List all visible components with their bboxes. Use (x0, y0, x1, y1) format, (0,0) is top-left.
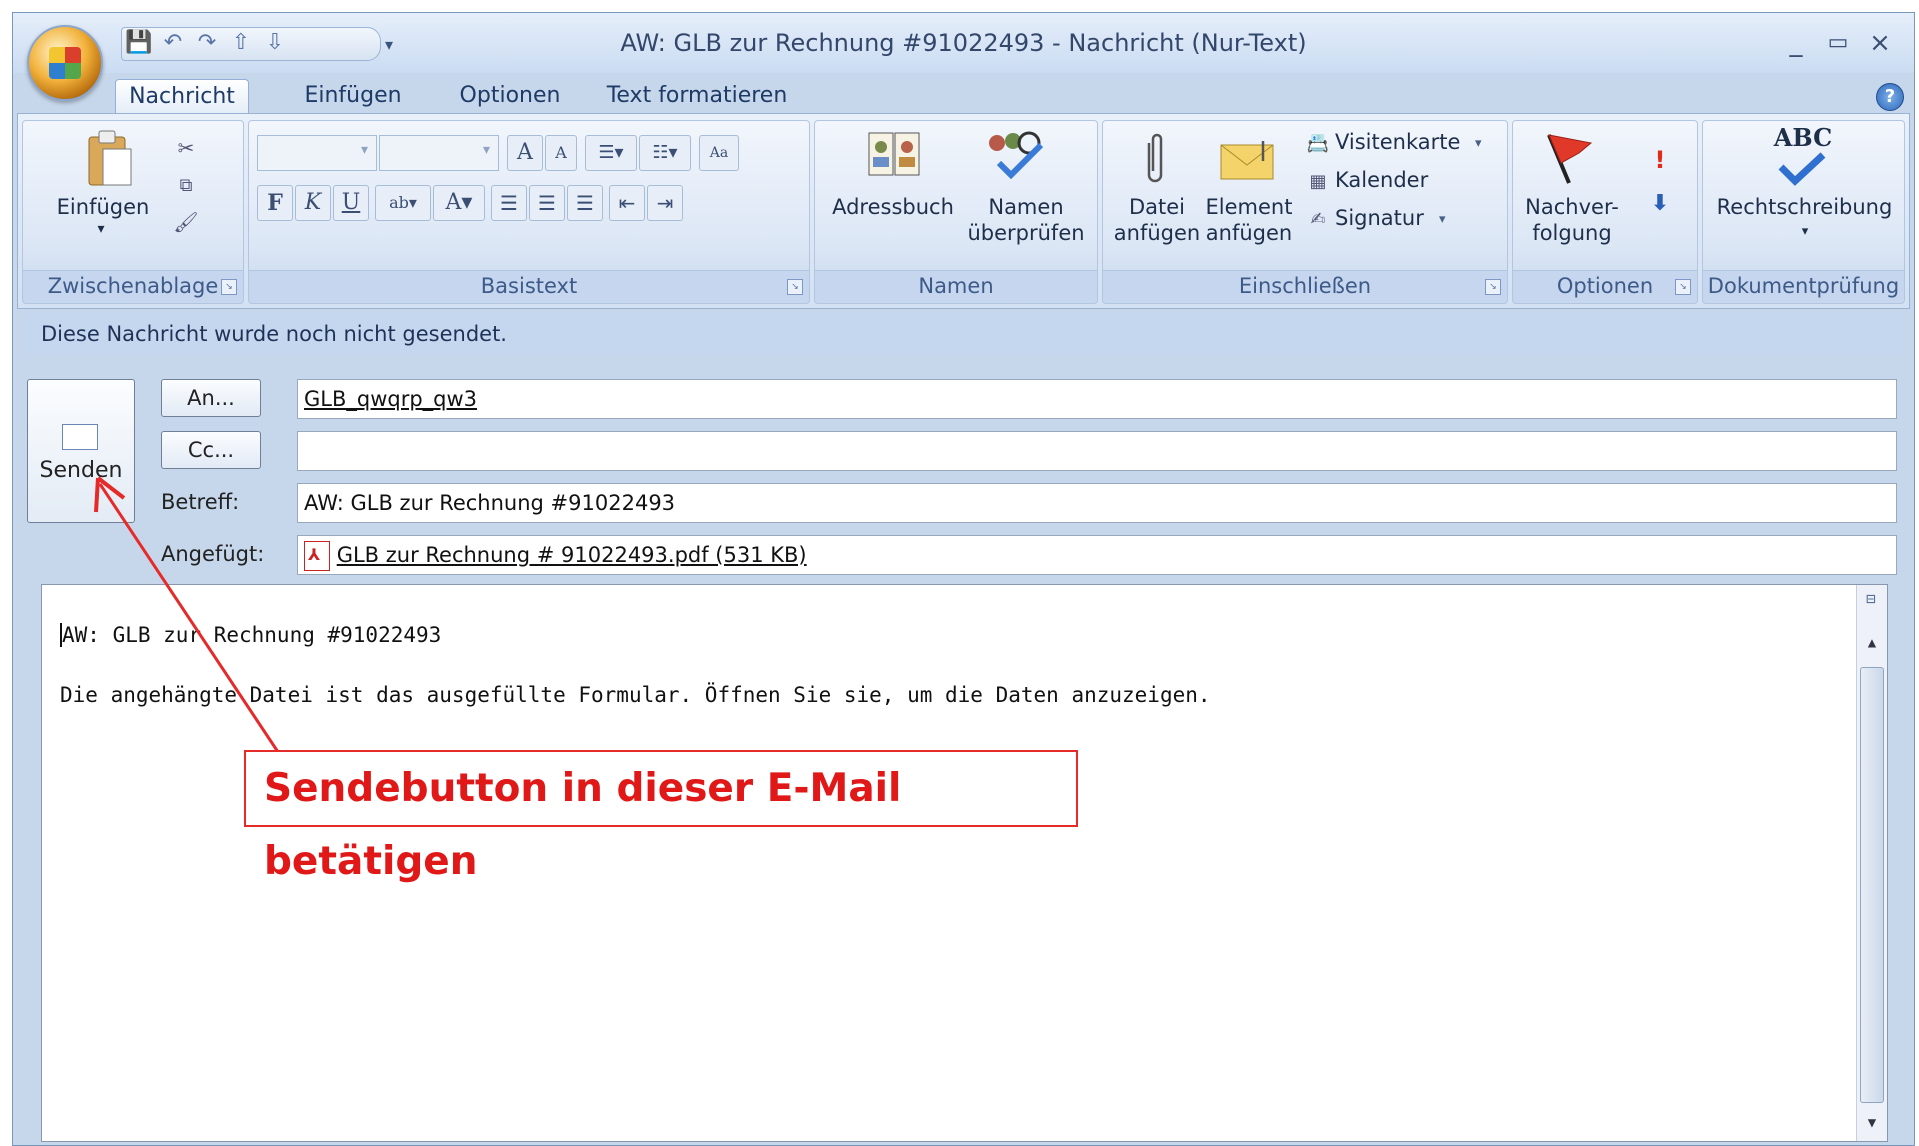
office-button[interactable] (27, 25, 103, 101)
office-logo-icon (49, 47, 81, 79)
annotation-arrow (94, 476, 280, 753)
annotation-callout: Sendebutton in dieser E-Mail betätigen (244, 750, 1078, 884)
